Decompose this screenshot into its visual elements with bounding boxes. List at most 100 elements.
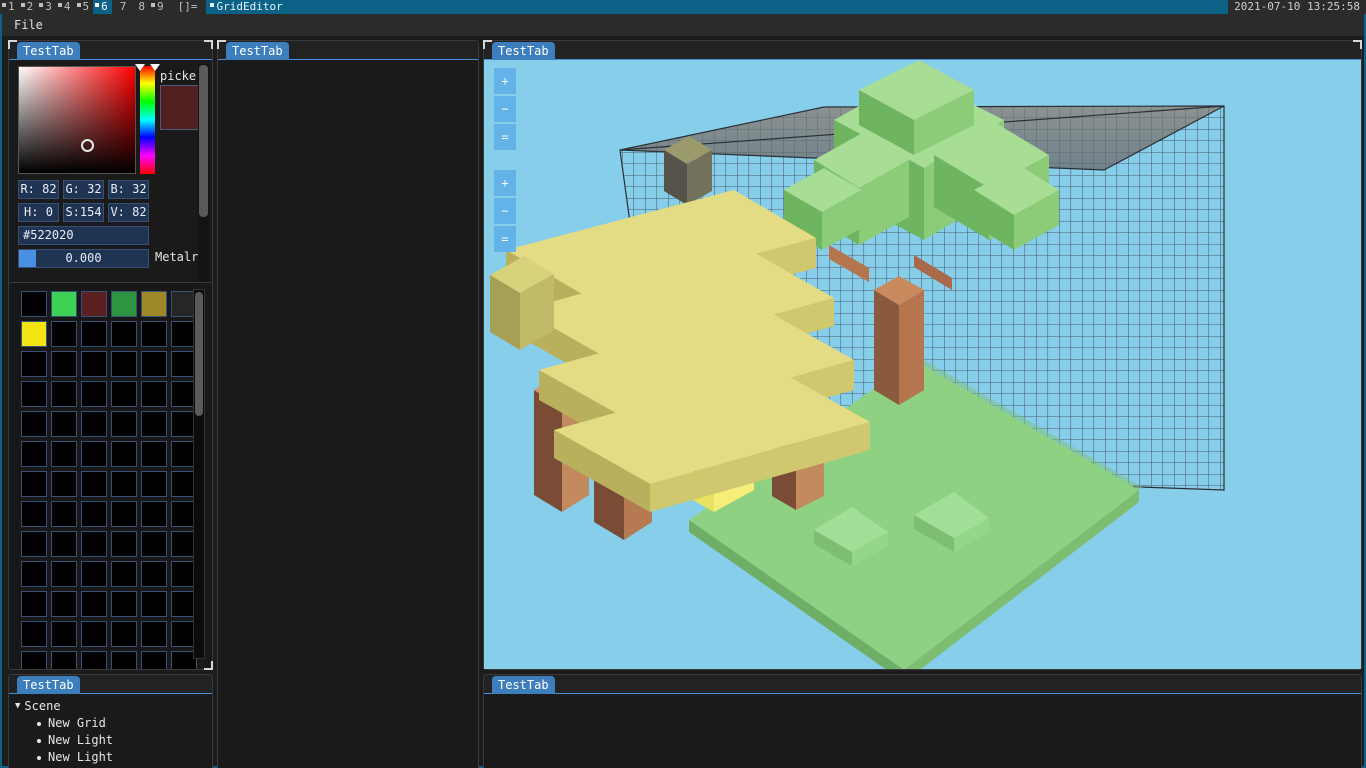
palette-swatch[interactable] bbox=[111, 561, 137, 587]
green-field[interactable]: G: 32 bbox=[63, 180, 104, 199]
palette-scrollbar[interactable] bbox=[193, 289, 205, 659]
palette-swatch[interactable] bbox=[81, 381, 107, 407]
palette-swatch[interactable] bbox=[81, 561, 107, 587]
palette-swatch[interactable] bbox=[51, 441, 77, 467]
palette-swatch[interactable] bbox=[21, 471, 47, 497]
workspace-list[interactable]: 123456789 bbox=[0, 0, 168, 14]
palette-swatch[interactable] bbox=[51, 621, 77, 647]
palette-swatch[interactable] bbox=[141, 471, 167, 497]
palette-swatch[interactable] bbox=[81, 591, 107, 617]
palette-swatch[interactable] bbox=[21, 411, 47, 437]
workspace-7[interactable]: 7 bbox=[111, 0, 131, 14]
tree-item[interactable]: New Grid bbox=[15, 715, 212, 732]
3d-viewport[interactable]: + − = + − = bbox=[484, 60, 1361, 669]
tab-viewport[interactable]: TestTab bbox=[492, 42, 555, 60]
color-preview-swatch[interactable] bbox=[160, 85, 200, 130]
palette-swatch[interactable] bbox=[81, 321, 107, 347]
palette-swatch[interactable] bbox=[81, 411, 107, 437]
red-field[interactable]: R: 82 bbox=[18, 180, 59, 199]
workspace-3[interactable]: 3 bbox=[37, 0, 56, 14]
palette-swatch[interactable] bbox=[141, 651, 167, 669]
workspace-2[interactable]: 2 bbox=[18, 0, 38, 14]
blue-field[interactable]: B: 32 bbox=[108, 180, 149, 199]
workspace-5[interactable]: 5 bbox=[74, 0, 94, 14]
grid-out-button[interactable]: − bbox=[494, 198, 516, 224]
palette-swatch[interactable] bbox=[81, 531, 107, 557]
palette-swatch[interactable] bbox=[111, 441, 137, 467]
palette-swatch[interactable] bbox=[111, 591, 137, 617]
picker-scrollbar-thumb[interactable] bbox=[199, 65, 208, 217]
palette-swatch[interactable] bbox=[141, 621, 167, 647]
zoom-out-button[interactable]: − bbox=[494, 96, 516, 122]
palette-swatch[interactable] bbox=[141, 501, 167, 527]
zoom-reset-button[interactable]: = bbox=[494, 124, 516, 150]
metalness-slider[interactable]: 0.000 bbox=[18, 249, 149, 268]
palette-swatch[interactable] bbox=[81, 621, 107, 647]
scene-tree[interactable]: ▼ Scene New Grid New Light New Light bbox=[9, 694, 212, 766]
palette-swatch[interactable] bbox=[51, 321, 77, 347]
palette-swatch[interactable] bbox=[21, 291, 47, 317]
workspace-1[interactable]: 1 bbox=[0, 0, 19, 14]
palette-swatch[interactable] bbox=[51, 561, 77, 587]
palette-swatch[interactable] bbox=[111, 321, 137, 347]
palette-swatch[interactable] bbox=[141, 321, 167, 347]
tree-item[interactable]: New Light bbox=[15, 732, 212, 749]
tab-scene-tree[interactable]: TestTab bbox=[17, 676, 80, 694]
layout-indicator[interactable]: []= bbox=[167, 0, 206, 14]
tab-picker[interactable]: TestTab bbox=[17, 42, 80, 60]
palette-swatch[interactable] bbox=[81, 501, 107, 527]
palette-swatch[interactable] bbox=[51, 651, 77, 669]
palette-swatch[interactable] bbox=[51, 471, 77, 497]
palette-swatch[interactable] bbox=[141, 291, 167, 317]
palette-swatch[interactable] bbox=[111, 351, 137, 377]
expand-triangle-icon[interactable]: ▼ bbox=[15, 698, 20, 715]
palette-swatch[interactable] bbox=[111, 471, 137, 497]
palette-swatch[interactable] bbox=[51, 381, 77, 407]
palette-swatch[interactable] bbox=[111, 651, 137, 669]
palette-swatch[interactable] bbox=[81, 651, 107, 669]
palette-swatch[interactable] bbox=[141, 561, 167, 587]
palette-swatch[interactable] bbox=[111, 381, 137, 407]
palette-swatch[interactable] bbox=[21, 321, 47, 347]
tab-bottom[interactable]: TestTab bbox=[492, 676, 555, 694]
grid-reset-button[interactable]: = bbox=[494, 226, 516, 252]
workspace-9[interactable]: 9 bbox=[149, 0, 168, 14]
zoom-in-button[interactable]: + bbox=[494, 68, 516, 94]
palette-scrollbar-thumb[interactable] bbox=[195, 292, 203, 416]
palette-swatch[interactable] bbox=[81, 291, 107, 317]
palette-swatch[interactable] bbox=[21, 561, 47, 587]
palette-swatch[interactable] bbox=[141, 351, 167, 377]
palette-swatch[interactable] bbox=[21, 621, 47, 647]
tree-root-scene[interactable]: ▼ Scene bbox=[15, 698, 212, 715]
palette-swatch[interactable] bbox=[51, 291, 77, 317]
palette-swatch[interactable] bbox=[51, 411, 77, 437]
palette-swatch[interactable] bbox=[81, 441, 107, 467]
saturation-value-box[interactable] bbox=[18, 66, 136, 174]
palette-swatch[interactable] bbox=[141, 381, 167, 407]
workspace-4[interactable]: 4 bbox=[55, 0, 75, 14]
palette-swatch[interactable] bbox=[21, 441, 47, 467]
value-field[interactable]: V: 82 bbox=[108, 203, 149, 222]
tab-light-properties[interactable]: TestTab bbox=[226, 42, 289, 60]
palette-swatch[interactable] bbox=[141, 411, 167, 437]
palette-swatch[interactable] bbox=[81, 351, 107, 377]
palette-swatch[interactable] bbox=[21, 651, 47, 669]
tree-item[interactable]: New Light bbox=[15, 749, 212, 766]
palette-grid[interactable] bbox=[21, 291, 197, 669]
palette-swatch[interactable] bbox=[21, 531, 47, 557]
palette-swatch[interactable] bbox=[21, 501, 47, 527]
palette-swatch[interactable] bbox=[111, 291, 137, 317]
palette-swatch[interactable] bbox=[21, 591, 47, 617]
workspace-8[interactable]: 8 bbox=[130, 0, 149, 14]
sv-cursor-icon[interactable] bbox=[81, 139, 94, 152]
hex-field[interactable]: #522020 bbox=[18, 226, 149, 245]
menu-item-file[interactable]: File bbox=[2, 15, 53, 35]
palette-swatch[interactable] bbox=[51, 351, 77, 377]
palette-swatch[interactable] bbox=[111, 621, 137, 647]
palette-swatch[interactable] bbox=[141, 531, 167, 557]
saturation-field[interactable]: S:154 bbox=[63, 203, 104, 222]
palette-swatch[interactable] bbox=[21, 351, 47, 377]
palette-swatch[interactable] bbox=[51, 531, 77, 557]
palette-swatch[interactable] bbox=[21, 381, 47, 407]
palette-swatch[interactable] bbox=[111, 411, 137, 437]
